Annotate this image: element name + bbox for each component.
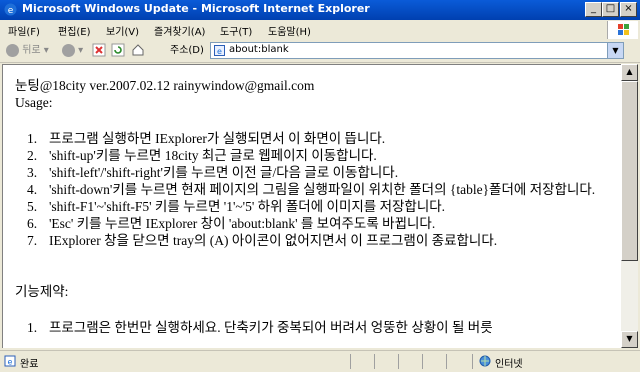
menu-file[interactable]: 파일(F): [8, 23, 40, 38]
internet-globe-icon: [479, 355, 491, 367]
back-button[interactable]: 뒤로 ▾: [6, 43, 49, 59]
limit-label: 기능제약:: [15, 284, 69, 299]
list-item: 5.'shift-F1'~'shift-F5' 키를 누르면 '1'~'5' 하…: [27, 199, 446, 214]
list-item: 3.'shift-left'/'shift-right'키를 누르면 이전 글/…: [27, 165, 399, 180]
maximize-button[interactable]: □: [602, 2, 619, 17]
stop-button[interactable]: [92, 43, 106, 59]
list-item: 4.'shift-down'키를 누르면 현재 페이지의 그림을 실행파일이 위…: [27, 182, 596, 197]
refresh-icon: [111, 43, 125, 57]
home-button[interactable]: [131, 43, 145, 59]
scroll-down-icon[interactable]: ▼: [621, 331, 638, 348]
page-content: 눈팅@18city ver.2007.02.12 rainywindow@gma…: [2, 64, 621, 348]
status-divider: [472, 354, 473, 369]
refresh-button[interactable]: [111, 43, 125, 59]
svg-text:e: e: [8, 6, 14, 16]
list-item: 2.'shift-up'키를 누르면 18city 최근 글로 웹페이지 이동합…: [27, 148, 377, 163]
list-item: 1. 프로그램은 한번만 실행하세요. 단축키가 중복되어 버려서 엉뚱한 상황이…: [27, 320, 493, 335]
close-button[interactable]: ×: [620, 2, 637, 17]
status-divider: [350, 354, 351, 369]
page-done-icon: e: [4, 355, 16, 367]
ie-app-icon: e: [4, 3, 17, 16]
forward-icon: [62, 43, 75, 57]
minimize-button[interactable]: _: [585, 2, 602, 17]
zone-text: 인터넷: [495, 359, 523, 370]
usage-label: Usage:: [15, 95, 53, 110]
scroll-thumb[interactable]: [621, 81, 638, 261]
page-icon: e: [214, 45, 225, 56]
svg-text:e: e: [8, 358, 13, 367]
status-bar: e 완료 인터넷: [0, 350, 640, 372]
list-item: 1. 프로그램 실행하면 IExplorer가 실행되면서 이 화면이 뜹니다.: [27, 131, 386, 146]
toolbar: 뒤로 ▾ ▾ 주소(D) e about:blank ▼: [0, 40, 640, 63]
back-icon: [6, 43, 19, 57]
status-text: 완료: [20, 359, 39, 370]
list-item: 7. IExplorer 창을 닫으면 tray의 (A) 아이콘이 없어지면서 …: [27, 233, 498, 248]
status-divider: [446, 354, 447, 369]
status-divider: [422, 354, 423, 369]
list-item: 6. 'Esc' 키를 누르면 IExplorer 창이 'about:blank…: [27, 216, 436, 231]
address-bar[interactable]: e about:blank ▼: [210, 42, 624, 59]
stop-icon: [92, 43, 106, 57]
address-label: 주소(D): [170, 45, 204, 56]
forward-button[interactable]: ▾: [62, 43, 83, 59]
back-label: 뒤로: [22, 45, 41, 56]
menu-tools[interactable]: 도구(T): [220, 23, 252, 38]
window-title: Microsoft Windows Update - Microsoft Int…: [22, 2, 370, 15]
menu-edit[interactable]: 편집(E): [58, 23, 91, 38]
scroll-up-icon[interactable]: ▲: [621, 64, 638, 81]
menu-favorites[interactable]: 즐겨찾기(A): [154, 23, 205, 38]
header-line: 눈팅@18city ver.2007.02.12 rainywindow@gma…: [15, 78, 315, 93]
ie-window: e Microsoft Windows Update - Microsoft I…: [0, 0, 640, 372]
vertical-scrollbar[interactable]: ▲ ▼: [621, 64, 638, 348]
usage-list: 1. 프로그램 실행하면 IExplorer가 실행되면서 이 화면이 뜹니다. …: [15, 130, 615, 249]
title-bar[interactable]: e Microsoft Windows Update - Microsoft I…: [0, 0, 640, 20]
home-icon: [132, 44, 144, 56]
address-dropdown-icon[interactable]: ▼: [607, 43, 623, 58]
menu-bar: 파일(F) 편집(E) 보기(V) 즐겨찾기(A) 도구(T) 도움말(H): [0, 20, 640, 41]
address-input[interactable]: about:blank: [229, 44, 289, 55]
menu-help[interactable]: 도움말(H): [268, 23, 311, 38]
limit-list: 1. 프로그램은 한번만 실행하세요. 단축키가 중복되어 버려서 엉뚱한 상황이…: [15, 319, 615, 336]
svg-text:e: e: [217, 47, 222, 56]
menu-view[interactable]: 보기(V): [106, 23, 139, 38]
status-divider: [398, 354, 399, 369]
windows-logo-icon: [607, 21, 638, 39]
status-divider: [374, 354, 375, 369]
